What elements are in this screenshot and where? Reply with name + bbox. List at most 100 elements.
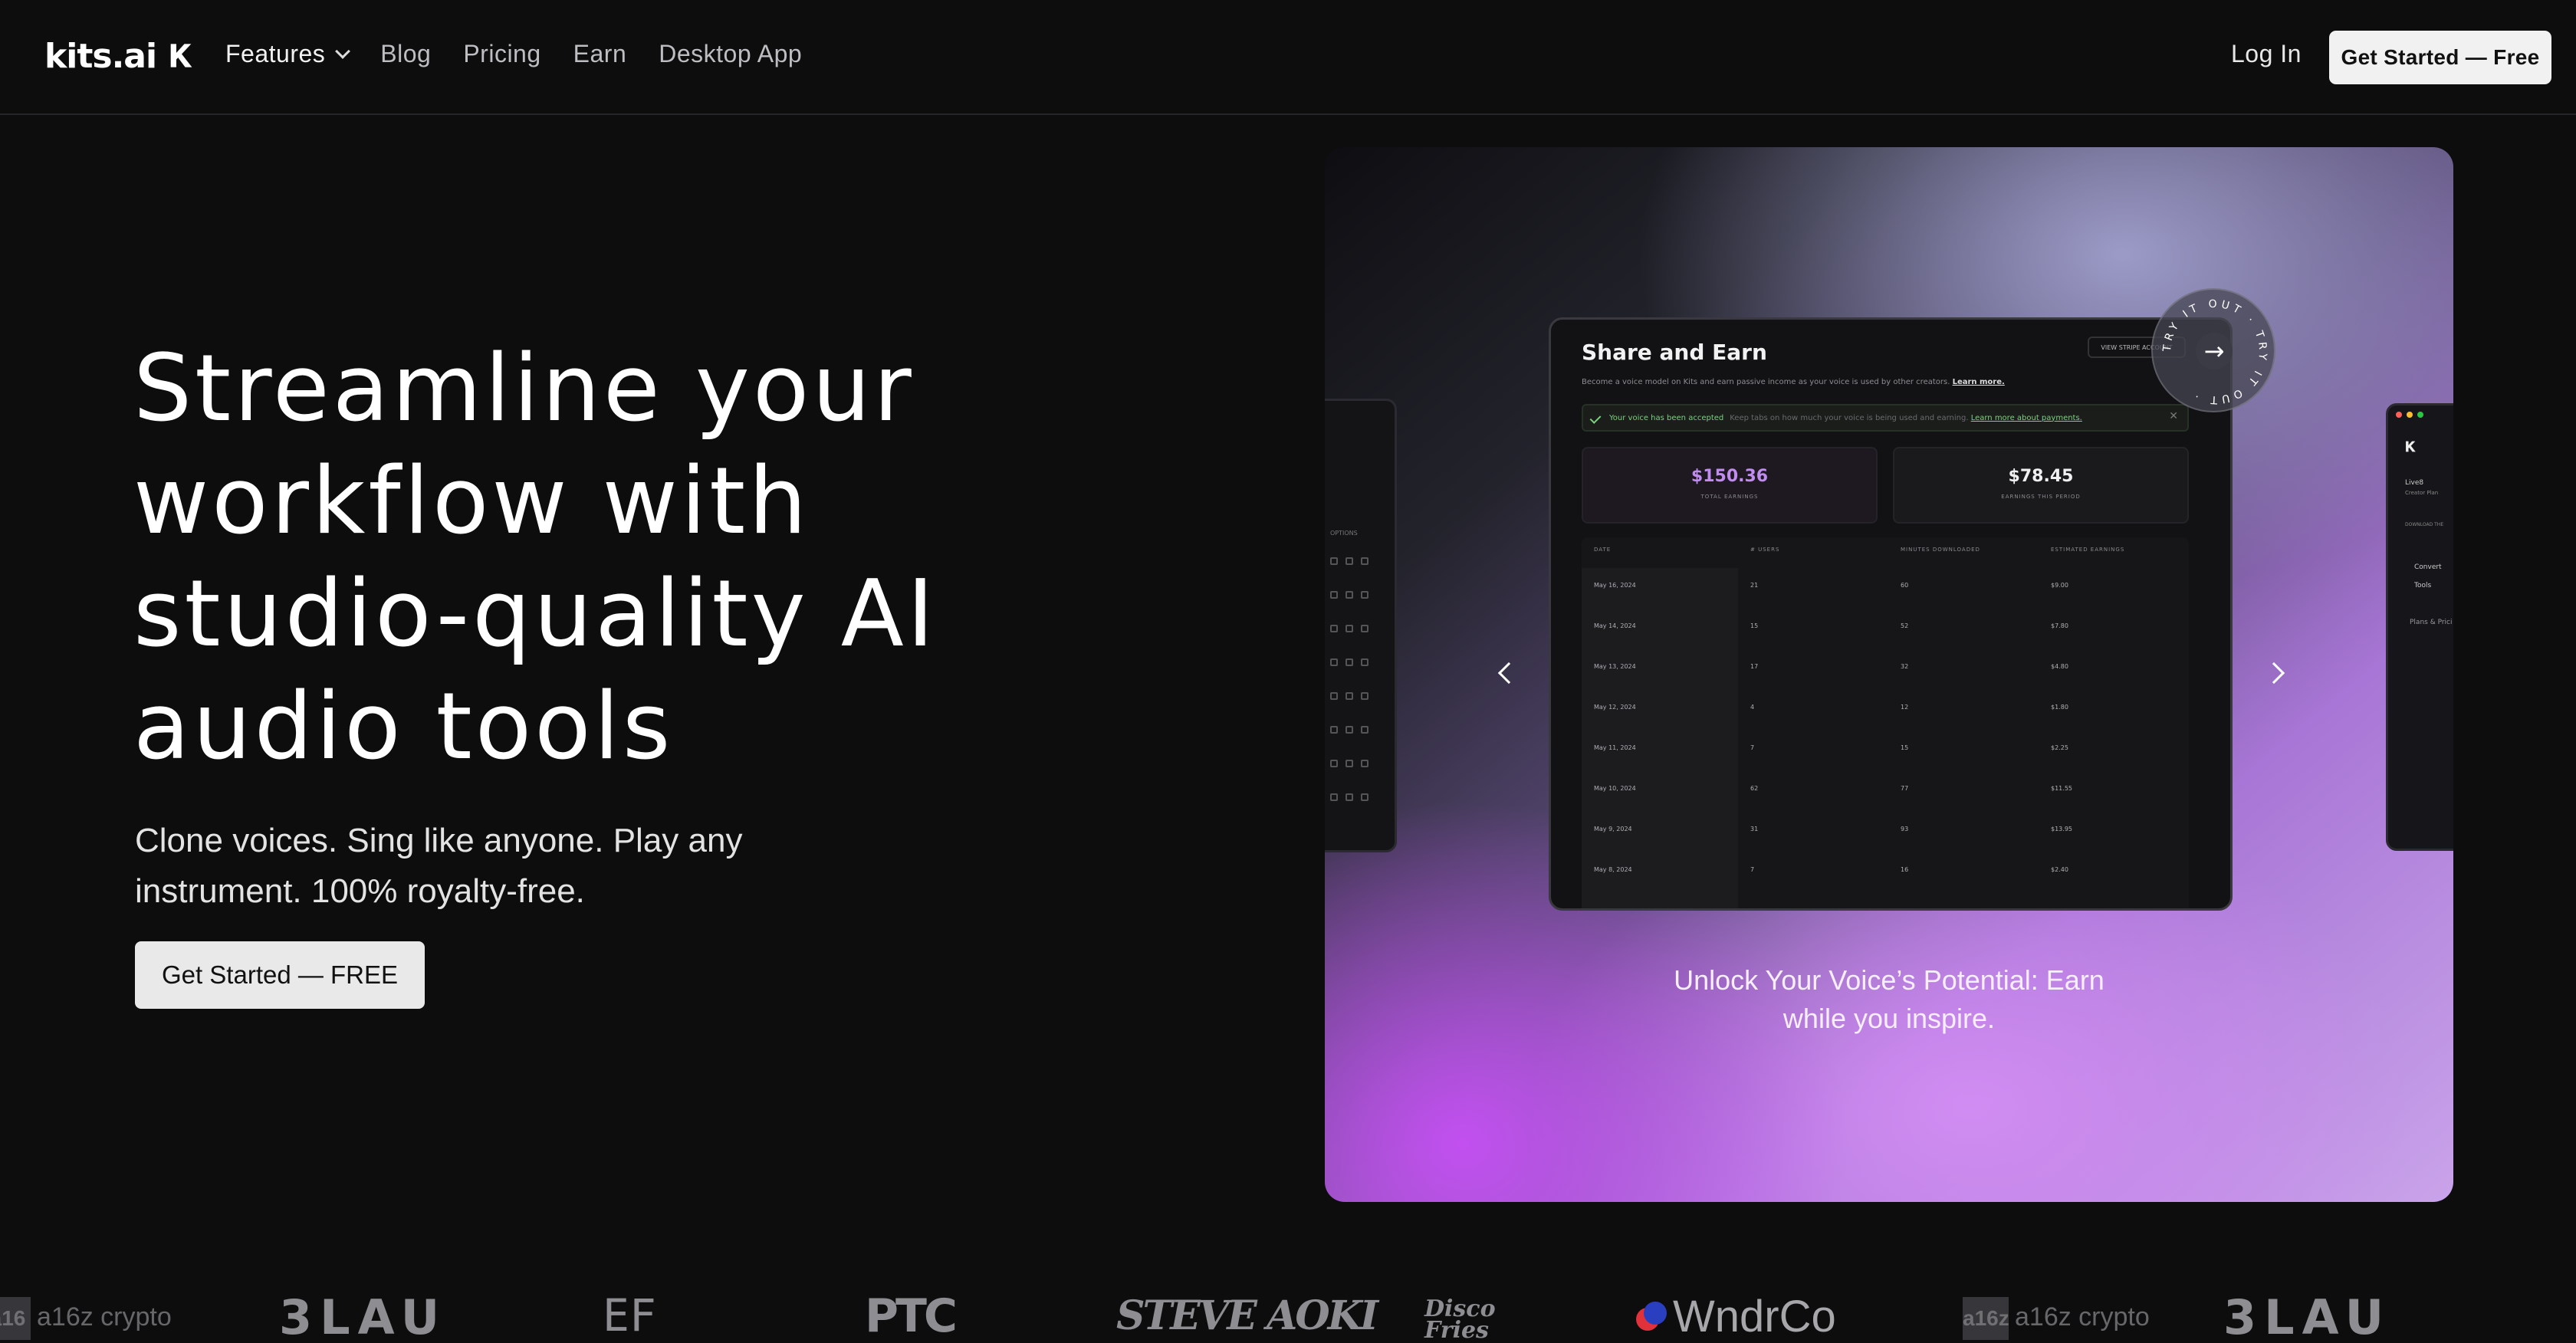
nav-link-pricing[interactable]: Pricing xyxy=(463,40,540,68)
right-preview-card[interactable]: 𝐊 Live8 Creator Plan DOWNLOAD THE Conver… xyxy=(2386,403,2453,851)
table-cell: May 12, 2024 xyxy=(1594,704,1636,711)
screenshot-description: Become a voice model on Kits and earn pa… xyxy=(1582,378,2005,386)
nav-link-earn[interactable]: Earn xyxy=(573,40,627,68)
alert-title: Your voice has been accepted xyxy=(1609,413,1724,422)
table-cell: 52 xyxy=(1901,622,1909,629)
feature-carousel: OPTIONS 𝐊 Live8 Creator Plan DOWNLOAD TH… xyxy=(1325,147,2453,1202)
wndrco-mark-icon xyxy=(1636,1301,1667,1332)
stat-value: $78.45 xyxy=(2008,467,2074,486)
hero-subtitle: Clone voices. Sing like anyone. Play any… xyxy=(135,822,743,910)
table-cell: 21 xyxy=(1750,582,1759,589)
table-cell: $11.55 xyxy=(2051,785,2072,792)
hero-title: Streamline your workflow with studio-qua… xyxy=(133,336,938,780)
stat-value: $150.36 xyxy=(1691,467,1769,486)
table-cell: May 14, 2024 xyxy=(1594,622,1636,629)
login-link[interactable]: Log In xyxy=(2231,40,2302,68)
nav-link-features-label: Features xyxy=(225,40,326,67)
screenshot-description-text: Become a voice model on Kits and earn pa… xyxy=(1582,378,1950,386)
arrow-right-icon: → xyxy=(2196,333,2233,369)
accepted-alert: Your voice has been accepted Keep tabs o… xyxy=(1582,404,2189,432)
stat-label: EARNINGS THIS PERIOD xyxy=(2001,494,2081,500)
table-cell: 17 xyxy=(1750,663,1759,670)
preview-icons-row xyxy=(1330,793,1379,801)
brand-logo-3lau: 3LAU xyxy=(279,1289,448,1343)
right-preview-item: Plans & Prici xyxy=(2410,619,2453,626)
table-cell: $9.00 xyxy=(2051,582,2068,589)
table-header: DATE xyxy=(1594,547,1612,553)
table-cell: 60 xyxy=(1901,582,1909,589)
brand-logo-ptc: PTC xyxy=(865,1289,958,1343)
left-preview-card[interactable]: OPTIONS xyxy=(1325,399,1397,852)
kits-logo[interactable]: kits.ai 𝐊 xyxy=(44,37,191,76)
nav-link-features[interactable]: Features xyxy=(225,40,351,68)
logo-text: kits.ai xyxy=(44,37,157,76)
brand-logo-a16z: a16z a16z crypto xyxy=(1963,1297,2150,1340)
get-started-hero-button[interactable]: Get Started — FREE xyxy=(135,941,425,1009)
screenshot-learn-more-link: Learn more. xyxy=(1952,378,2005,386)
date-column-bg xyxy=(1582,568,1738,908)
table-header: MINUTES DOWNLOADED xyxy=(1901,547,1980,553)
total-earnings-card: $150.36 TOTAL EARNINGS xyxy=(1582,447,1878,524)
table-cell: $13.95 xyxy=(2051,826,2072,832)
stat-label: TOTAL EARNINGS xyxy=(1700,494,1759,500)
partner-logos: a16a16z crypto 3LAU EF PTC STEVE AOKI Di… xyxy=(0,1288,2576,1343)
nav-link-blog[interactable]: Blog xyxy=(380,40,431,68)
right-preview-item: Creator Plan xyxy=(2405,490,2439,496)
table-cell: May 11, 2024 xyxy=(1594,744,1636,751)
left-preview-label: OPTIONS xyxy=(1330,530,1358,537)
table-header: ESTIMATED EARNINGS xyxy=(2051,547,2125,553)
share-and-earn-screenshot[interactable]: Share and Earn Become a voice model on K… xyxy=(1549,317,2233,911)
table-cell: 16 xyxy=(1901,866,1909,873)
table-cell: 7 xyxy=(1750,744,1755,751)
table-cell: $2.40 xyxy=(2051,866,2068,873)
brand-logo-ef: EF xyxy=(603,1289,656,1341)
logo-mark-icon: 𝐊 xyxy=(169,38,192,74)
preview-icons-row xyxy=(1330,625,1379,632)
table-cell: $1.80 xyxy=(2051,704,2068,711)
table-cell: 32 xyxy=(1901,663,1909,670)
chevron-right-icon[interactable] xyxy=(2262,662,2285,685)
table-cell: May 9, 2024 xyxy=(1594,826,1632,832)
right-preview-item: Convert xyxy=(2414,563,2442,571)
table-header: # USERS xyxy=(1750,547,1780,553)
brand-logo-disco-fries: Disco Fries xyxy=(1424,1295,1496,1343)
table-cell: May 10, 2024 xyxy=(1594,785,1636,792)
preview-icons-row xyxy=(1330,591,1379,599)
table-cell: May 13, 2024 xyxy=(1594,663,1636,670)
brand-logo-steve-aoki: STEVE AOKI xyxy=(1116,1292,1378,1339)
nav-links: Features Blog Pricing Earn Desktop App xyxy=(225,40,834,68)
brand-logo-wndrco: WndrCo xyxy=(1636,1291,1836,1342)
chevron-left-icon[interactable] xyxy=(1497,662,1520,685)
preview-icons-row xyxy=(1330,658,1379,666)
table-cell: 15 xyxy=(1750,622,1759,629)
table-cell: May 16, 2024 xyxy=(1594,582,1636,589)
window-dots xyxy=(2396,412,2423,418)
get-started-nav-button[interactable]: Get Started — Free xyxy=(2329,31,2551,84)
table-cell: 62 xyxy=(1750,785,1759,792)
kits-mark-icon: 𝐊 xyxy=(2405,439,2416,455)
preview-icons-row xyxy=(1330,692,1379,700)
table-cell: 7 xyxy=(1750,866,1755,873)
nav-link-desktop-app[interactable]: Desktop App xyxy=(659,40,802,68)
brand-logo-3lau: 3LAU xyxy=(2223,1289,2392,1343)
alert-payments-link: Learn more about payments. xyxy=(1970,413,2082,422)
table-cell: $7.80 xyxy=(2051,622,2068,629)
chevron-down-icon xyxy=(335,43,351,59)
brand-logo-a16z: a16a16z crypto xyxy=(0,1297,172,1340)
carousel-caption: Unlock Your Voice’s Potential: Earn whil… xyxy=(1674,964,2104,1034)
table-cell: 12 xyxy=(1901,704,1909,711)
preview-icons-row xyxy=(1330,760,1379,767)
right-preview-item: Live8 xyxy=(2405,479,2424,487)
try-it-out-badge[interactable]: TRY IT OUT · TRY IT OUT · → xyxy=(2151,288,2275,412)
table-cell: $2.25 xyxy=(2051,744,2068,751)
screenshot-title: Share and Earn xyxy=(1582,340,1767,365)
alert-message-text: Keep tabs on how much your voice is bein… xyxy=(1730,413,1969,422)
table-cell: 77 xyxy=(1901,785,1909,792)
table-cell: 4 xyxy=(1750,704,1755,711)
table-cell: May 8, 2024 xyxy=(1594,866,1632,873)
alert-message: Keep tabs on how much your voice is bein… xyxy=(1730,414,2082,422)
table-cell: 31 xyxy=(1750,826,1759,832)
period-earnings-card: $78.45 EARNINGS THIS PERIOD xyxy=(1893,447,2189,524)
check-icon xyxy=(1589,412,1602,424)
table-cell: $4.80 xyxy=(2051,663,2068,670)
